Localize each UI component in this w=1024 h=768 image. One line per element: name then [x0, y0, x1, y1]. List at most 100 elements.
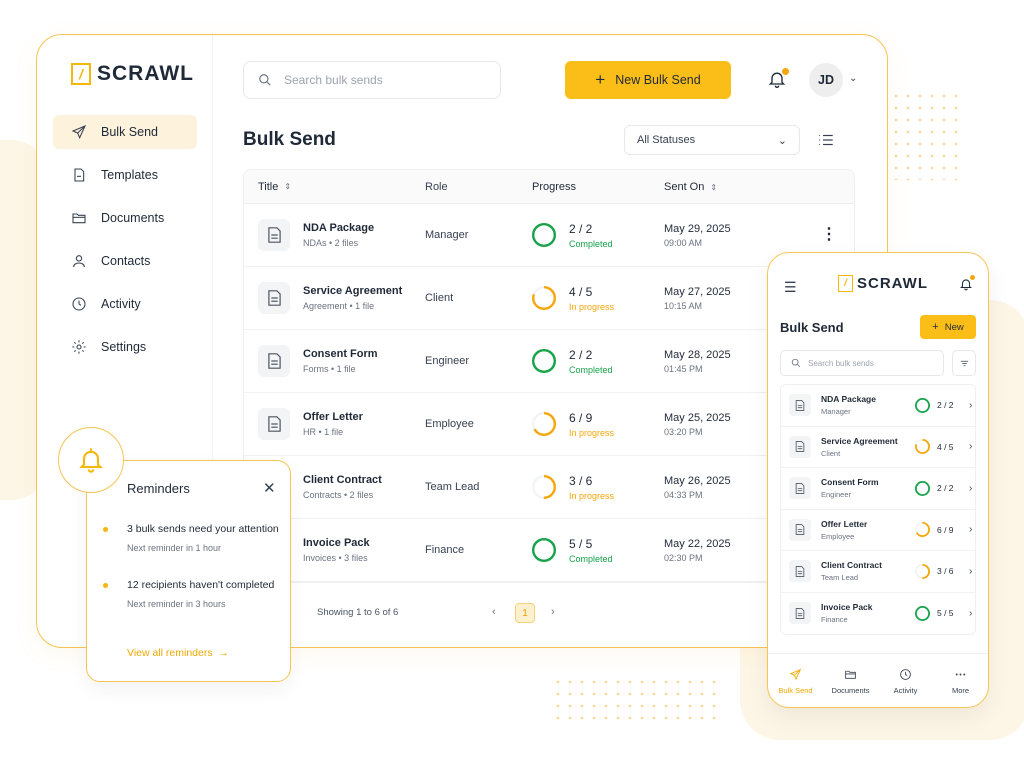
row-title: Invoice Pack — [303, 537, 370, 549]
chevron-right-icon[interactable]: › — [969, 441, 972, 452]
chevron-right-icon[interactable]: › — [969, 608, 972, 619]
logo-mark-icon: / — [838, 275, 853, 292]
mobile-search-input[interactable] — [808, 358, 938, 368]
status-filter-select[interactable]: All Statuses ⌄ — [624, 125, 800, 155]
tab-activity[interactable]: Activity — [878, 654, 933, 707]
column-sent-on[interactable]: Sent On ⇕ — [664, 181, 804, 193]
sidebar-item-settings[interactable]: Settings — [53, 330, 197, 364]
progress-ring-icon — [531, 348, 557, 374]
tab-more[interactable]: More — [933, 654, 988, 707]
chevron-left-icon[interactable]: ‹ — [492, 606, 496, 618]
row-meta: Forms • 1 file — [303, 364, 356, 374]
list-item-count: 5 / 5 — [937, 608, 954, 619]
list-view-button[interactable] — [817, 131, 835, 149]
hamburger-menu-icon[interactable]: ☰ — [784, 279, 797, 296]
progress-count: 3 / 6 — [569, 473, 593, 488]
list-item[interactable]: Service Agreement Client 4 / 5 › — [781, 427, 975, 468]
table-row[interactable]: Offer Letter HR • 1 file Employee 6 / 9 … — [244, 393, 854, 456]
document-icon — [795, 441, 805, 453]
logo[interactable]: / SCRAWL — [71, 62, 194, 86]
notifications-button[interactable] — [767, 68, 789, 91]
mobile-notifications-button[interactable] — [959, 275, 975, 293]
sidebar-item-contacts[interactable]: Contacts — [53, 244, 197, 278]
list-item[interactable]: Offer Letter Employee 6 / 9 › — [781, 510, 975, 551]
progress-ring-icon — [915, 397, 930, 413]
plus-icon: + — [932, 321, 939, 333]
row-meta: NDAs • 2 files — [303, 238, 359, 248]
status-filter-value: All Statuses — [637, 134, 696, 146]
chevron-down-icon[interactable]: ⌄ — [849, 73, 857, 84]
tab-bulk-send[interactable]: Bulk Send — [768, 654, 823, 707]
progress-count: 5 / 5 — [569, 536, 593, 551]
progress-ring-fill — [531, 222, 557, 248]
chevron-right-icon[interactable]: › — [969, 524, 972, 535]
filter-icon — [960, 360, 968, 366]
progress-ring — [915, 563, 930, 579]
list-item-count: 3 / 6 — [937, 566, 954, 577]
table-row[interactable]: NDA Package NDAs • 2 files Manager 2 / 2… — [244, 204, 854, 267]
list-item[interactable]: Client Contract Team Lead 3 / 6 › — [781, 551, 975, 593]
progress-status: In progress — [569, 490, 615, 501]
progress-count: 2 / 2 — [569, 347, 593, 362]
list-item[interactable]: Consent Form Engineer 2 / 2 › — [781, 468, 975, 510]
view-all-reminders-link[interactable]: View all reminders → — [127, 647, 229, 659]
table-row[interactable]: Consent Form Forms • 1 file Engineer 2 /… — [244, 330, 854, 393]
page-title: Bulk Send — [243, 129, 336, 150]
table-row[interactable]: Client Contract Contracts • 2 files Team… — [244, 456, 854, 519]
row-meta: Contracts • 2 files — [303, 490, 374, 500]
progress-ring-icon — [531, 222, 557, 248]
sidebar-item-bulk-send[interactable]: Bulk Send — [53, 115, 197, 149]
list-item-count: 2 / 2 — [937, 483, 954, 494]
progress-count: 4 / 5 — [569, 284, 593, 299]
mobile-filter-button[interactable] — [952, 350, 976, 376]
list-item-role: Client — [821, 448, 841, 458]
table-row[interactable]: Invoice Pack Invoices • 3 files Finance … — [244, 519, 854, 582]
list-item-title: NDA Package — [821, 394, 876, 405]
close-icon[interactable]: ✕ — [263, 479, 276, 497]
chevron-right-icon[interactable]: › — [969, 483, 972, 494]
bullet — [103, 527, 108, 532]
row-meta: Agreement • 1 file — [303, 301, 375, 311]
avatar[interactable]: JD — [809, 63, 843, 97]
sidebar-item-templates[interactable]: Templates — [53, 158, 197, 192]
mobile-new-button[interactable]: + New — [920, 315, 976, 339]
document-icon — [267, 290, 281, 306]
table-row[interactable]: Service Agreement Agreement • 1 file Cli… — [244, 267, 854, 330]
progress-status: Completed — [569, 238, 613, 249]
mobile-search-box[interactable] — [780, 350, 944, 376]
sidebar-item-documents[interactable]: Documents — [53, 201, 197, 235]
chevron-right-icon[interactable]: › — [969, 566, 972, 577]
row-title-cell: Consent Form Forms • 1 file — [244, 345, 425, 377]
document-icon — [267, 353, 281, 369]
progress-ring-icon — [915, 439, 930, 455]
sidebar-item-activity[interactable]: Activity — [53, 287, 197, 321]
list-item[interactable]: NDA Package Manager 2 / 2 › — [781, 385, 975, 427]
more-options-icon[interactable]: ⋮ — [821, 227, 837, 243]
progress-ring-icon — [531, 537, 557, 563]
chevron-right-icon[interactable]: › — [969, 400, 972, 411]
row-role: Finance — [425, 544, 465, 556]
table-header: Title ⇕ Role Progress Sent On ⇕ — [244, 170, 854, 204]
document-icon-box — [789, 560, 811, 583]
list-item-title: Invoice Pack — [821, 602, 873, 613]
row-role: Employee — [425, 418, 474, 430]
mobile-tab-bar: Bulk Send Documents Activity More — [768, 653, 988, 707]
progress-count: 2 / 2 — [569, 221, 593, 236]
table-body: NDA Package NDAs • 2 files Manager 2 / 2… — [244, 204, 854, 582]
new-bulk-send-button[interactable]: + New Bulk Send — [565, 61, 731, 99]
document-icon-box — [789, 394, 811, 417]
row-title: Consent Form — [303, 348, 378, 360]
column-title[interactable]: Title ⇕ — [244, 181, 425, 193]
search-box[interactable] — [243, 61, 501, 99]
document-icon-box — [258, 408, 290, 440]
tab-documents[interactable]: Documents — [823, 654, 878, 707]
list-item-count: 4 / 5 — [937, 441, 954, 452]
chevron-right-icon[interactable]: › — [551, 606, 555, 618]
page-current-button[interactable]: 1 — [515, 603, 535, 623]
document-icon — [795, 524, 805, 536]
list-item[interactable]: Invoice Pack Finance 5 / 5 › — [781, 593, 975, 635]
progress-ring-icon — [531, 285, 557, 311]
mobile-logo[interactable]: / SCRAWL — [838, 275, 928, 292]
search-input[interactable] — [284, 73, 484, 87]
column-title-label: Title — [258, 180, 279, 193]
